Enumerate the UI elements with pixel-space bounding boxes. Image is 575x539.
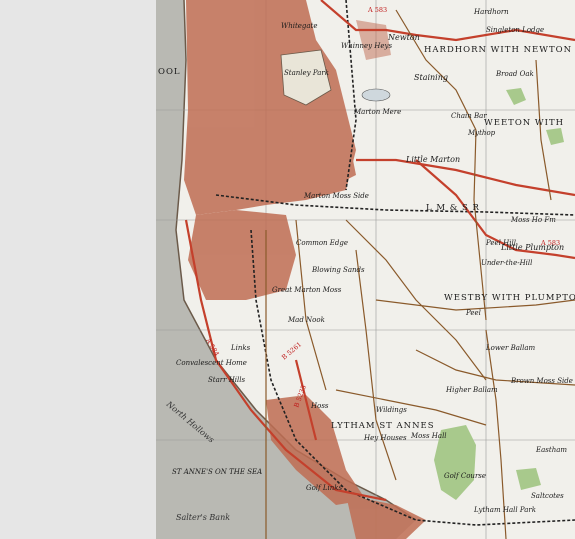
map-label: Golf Course <box>444 472 486 480</box>
map-label: Newton <box>387 33 420 42</box>
map-label: Mythop <box>467 129 496 137</box>
map-label: Great Marton Moss <box>272 286 342 294</box>
map-label: Marton Moss Side <box>303 192 369 200</box>
wood-east-2 <box>546 128 564 145</box>
blank-side-panel <box>0 0 156 539</box>
map-label: Saltcotes <box>531 492 564 500</box>
map-label: ST ANNE'S ON THE SEA <box>172 468 262 476</box>
map-label: Blowing Sands <box>311 266 365 274</box>
map-label: Marton Mere <box>353 108 401 116</box>
map-label: Moss Hall <box>410 432 447 440</box>
map-label: Higher Ballam <box>445 386 498 394</box>
map-label: OOL <box>158 67 181 77</box>
map-label: Hoss <box>310 402 329 410</box>
map-label: Mad Nook <box>287 316 325 324</box>
map-canvas[interactable]: Whitegate Whinney Heys Newton HARDHORN W… <box>156 0 575 539</box>
map-label: Peel Hill <box>485 239 516 247</box>
road-minor-7 <box>335 389 487 426</box>
map-label: Hey Houses <box>363 434 407 442</box>
road-label: A 583 <box>540 239 560 247</box>
map-label: Whinney Heys <box>341 42 392 50</box>
marton-mere-water <box>361 88 391 102</box>
map-label: Moss Ho Fm <box>510 216 556 224</box>
map-label: Staining <box>414 73 448 82</box>
map-label: Peel <box>465 309 481 317</box>
road-a583 <box>320 0 575 42</box>
map-svg: Whitegate Whinney Heys Newton HARDHORN W… <box>156 0 575 539</box>
map-label: Golf Links <box>306 484 342 492</box>
map-label: Eastham <box>535 446 567 454</box>
map-label: Under-the-Hill <box>481 259 532 267</box>
map-label: Convalescent Home <box>176 359 247 367</box>
road-label: B 5261 <box>280 340 303 361</box>
map-label: Wildings <box>376 406 407 414</box>
map-viewer: Whitegate Whinney Heys Newton HARDHORN W… <box>0 0 575 539</box>
urban-newton <box>356 20 391 60</box>
map-label: WESTBY WITH PLUMPTONS <box>444 293 575 303</box>
map-label: Hardhorn <box>473 8 509 16</box>
wood-east <box>506 88 526 105</box>
map-label: Little Marton <box>405 155 460 164</box>
road-label: A 583 <box>367 6 387 14</box>
road-minor-5 <box>473 129 487 321</box>
map-label: WEETON WITH <box>484 118 564 128</box>
urban-marton <box>291 120 356 190</box>
wood-south <box>516 468 541 490</box>
map-label: LYTHAM ST ANNES <box>331 421 435 431</box>
map-label: Lytham Hall Park <box>473 506 536 514</box>
map-label: Links <box>230 344 251 352</box>
map-label: Broad Oak <box>495 70 534 78</box>
map-label: L M & S R <box>426 203 480 213</box>
map-label: Lower Ballam <box>485 344 536 352</box>
map-label: Chain Bar <box>451 112 487 120</box>
map-label: Starr Hills <box>208 376 246 384</box>
map-label: Singleton Lodge <box>486 26 544 34</box>
map-label: HARDHORN WITH NEWTON <box>424 45 572 55</box>
map-label: Brown Moss Side <box>510 377 573 385</box>
road-a-east <box>356 158 575 197</box>
map-label: Stanley Park <box>284 69 329 77</box>
map-label: Whitegate <box>281 22 318 30</box>
map-label: Common Edge <box>296 239 348 247</box>
map-label: Salter's Bank <box>176 513 230 522</box>
